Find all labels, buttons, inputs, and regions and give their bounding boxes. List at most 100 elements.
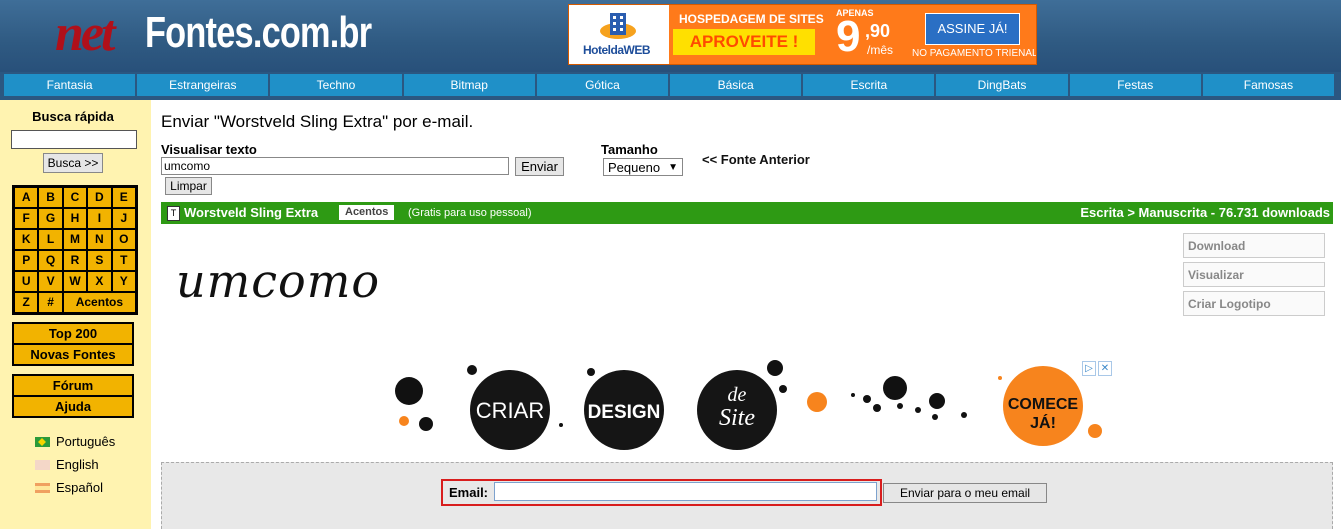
email-label: Email:	[449, 485, 489, 500]
send-preview-button[interactable]: Enviar	[515, 157, 564, 176]
category-nav: Fantasia Estrangeiras Techno Bitmap Góti…	[4, 74, 1335, 96]
banner-price-main: 9	[836, 12, 861, 61]
forum-link[interactable]: Fórum	[12, 374, 134, 397]
lang-label: Español	[56, 480, 103, 495]
font-preview-image: umcomo	[176, 254, 381, 308]
nav-item-basica[interactable]: Básica	[670, 74, 804, 96]
banner-headline: HOSPEDAGEM DE SITES	[679, 12, 824, 26]
create-logo-button[interactable]: Criar Logotipo	[1183, 291, 1325, 316]
letter-q[interactable]: Q	[38, 250, 63, 271]
banner-footnote: NO PAGAMENTO TRIENAL	[912, 48, 1037, 59]
accents-tag[interactable]: Acentos	[339, 205, 395, 220]
site-header: net Fontes.com.br HoteldaWEB HOSPEDAGEM …	[0, 0, 1341, 72]
alphabet-grid: A B C D E F G H I J K L M N O P Q R S T …	[12, 185, 138, 315]
letter-v[interactable]: V	[38, 271, 63, 292]
banner-cta-button[interactable]: ASSINE JÁ!	[925, 13, 1020, 45]
letter-a[interactable]: A	[14, 187, 39, 208]
preview-text-label: Visualisar texto	[161, 142, 257, 157]
lang-portugues[interactable]: Português	[35, 434, 115, 449]
category-navbar: Fantasia Estrangeiras Techno Bitmap Góti…	[0, 72, 1341, 100]
design-ad[interactable]: CRIAR DESIGN de Site COMECE JÁ!	[390, 358, 1115, 453]
font-info-bar: T Worstveld Sling Extra Acentos (Gratis …	[161, 202, 1333, 224]
quick-search-input[interactable]	[11, 130, 137, 149]
letter-r[interactable]: R	[62, 250, 88, 271]
letter-t[interactable]: T	[111, 250, 136, 271]
letter-f[interactable]: F	[14, 208, 39, 229]
letter-e[interactable]: E	[111, 187, 136, 208]
dropdown-arrow-icon: ▼	[668, 162, 678, 173]
size-select[interactable]: Pequeno ▼	[603, 158, 683, 176]
email-input[interactable]	[494, 482, 877, 501]
quick-search-button[interactable]: Busca >>	[43, 153, 103, 173]
ad-info-icon[interactable]: ▷	[1082, 361, 1096, 376]
ad-controls: ▷ ✕	[1082, 361, 1112, 376]
letter-j[interactable]: J	[111, 208, 136, 229]
uk-flag-icon	[35, 459, 50, 470]
ad-word-design: DESIGN	[588, 402, 661, 423]
letter-y[interactable]: Y	[111, 271, 136, 292]
letter-w[interactable]: W	[62, 271, 88, 292]
nav-item-festas[interactable]: Festas	[1069, 74, 1203, 96]
logo-prefix: net	[55, 5, 115, 62]
nav-item-bitmap[interactable]: Bitmap	[403, 74, 537, 96]
banner-price-unit: /mês	[867, 43, 894, 57]
preview-text-input[interactable]: umcomo	[161, 157, 509, 175]
building-icon	[600, 13, 636, 39]
ad-word-comece: COMECE	[1008, 396, 1079, 413]
size-label: Tamanho	[601, 142, 658, 157]
font-category[interactable]: Escrita > Manuscrita - 76.731 downloads	[1080, 205, 1330, 220]
page-title: Enviar "Worstveld Sling Extra" por e-mai…	[161, 112, 474, 131]
letter-p[interactable]: P	[14, 250, 39, 271]
spain-flag-icon	[35, 482, 50, 493]
sidebar: Busca rápida Busca >> A B C D E F G H I …	[0, 100, 151, 529]
nav-item-escrita[interactable]: Escrita	[803, 74, 937, 96]
letter-s[interactable]: S	[87, 250, 112, 271]
hosting-ad-banner[interactable]: HoteldaWEB HOSPEDAGEM DE SITES APROVEITE…	[568, 4, 1037, 65]
size-select-value: Pequeno	[608, 160, 661, 175]
letter-hash[interactable]: #	[38, 292, 63, 313]
nav-item-gotica[interactable]: Gótica	[536, 74, 671, 96]
letter-i[interactable]: I	[87, 208, 112, 229]
nav-item-dingbats[interactable]: DingBats	[936, 74, 1070, 96]
banner-brand: HoteldaWEB	[583, 43, 651, 57]
font-name[interactable]: Worstveld Sling Extra	[184, 205, 318, 220]
truetype-font-icon: T	[167, 206, 180, 221]
visualize-button[interactable]: Visualizar	[1183, 262, 1325, 287]
nav-item-estrangeiras[interactable]: Estrangeiras	[137, 74, 271, 96]
previous-font-link[interactable]: << Fonte Anterior	[702, 152, 810, 167]
nav-item-fantasia[interactable]: Fantasia	[4, 74, 138, 96]
nav-item-famosas[interactable]: Famosas	[1202, 74, 1335, 96]
letter-x[interactable]: X	[87, 271, 112, 292]
accents-link[interactable]: Acentos	[62, 292, 136, 313]
letter-o[interactable]: O	[111, 229, 136, 250]
letter-u[interactable]: U	[14, 271, 39, 292]
letter-h[interactable]: H	[62, 208, 88, 229]
lang-espanol[interactable]: Español	[35, 480, 103, 495]
download-button[interactable]: Download	[1183, 233, 1325, 258]
clear-button[interactable]: Limpar	[165, 177, 212, 195]
top200-link[interactable]: Top 200	[12, 322, 134, 345]
letter-c[interactable]: C	[62, 187, 88, 208]
nav-item-techno[interactable]: Techno	[270, 74, 404, 96]
send-to-email-button[interactable]: Enviar para o meu email	[883, 483, 1047, 503]
font-license: (Gratis para uso pessoal)	[408, 207, 532, 219]
letter-d[interactable]: D	[87, 187, 112, 208]
new-fonts-link[interactable]: Novas Fontes	[12, 343, 134, 366]
ad-word-de: de	[728, 384, 747, 406]
letter-l[interactable]: L	[38, 229, 63, 250]
ad-word-criar: CRIAR	[476, 398, 544, 423]
letter-b[interactable]: B	[38, 187, 63, 208]
banner-tagline: APROVEITE !	[673, 29, 815, 55]
letter-n[interactable]: N	[87, 229, 112, 250]
letter-k[interactable]: K	[14, 229, 39, 250]
letter-m[interactable]: M	[62, 229, 88, 250]
ad-close-icon[interactable]: ✕	[1098, 361, 1112, 376]
lang-english[interactable]: English	[35, 457, 99, 472]
lang-label: English	[56, 457, 99, 472]
ad-word-site: Site	[719, 405, 755, 431]
lang-label: Português	[56, 434, 116, 449]
letter-g[interactable]: G	[38, 208, 63, 229]
brazil-flag-icon	[35, 436, 50, 447]
help-link[interactable]: Ajuda	[12, 395, 134, 418]
letter-z[interactable]: Z	[14, 292, 39, 313]
